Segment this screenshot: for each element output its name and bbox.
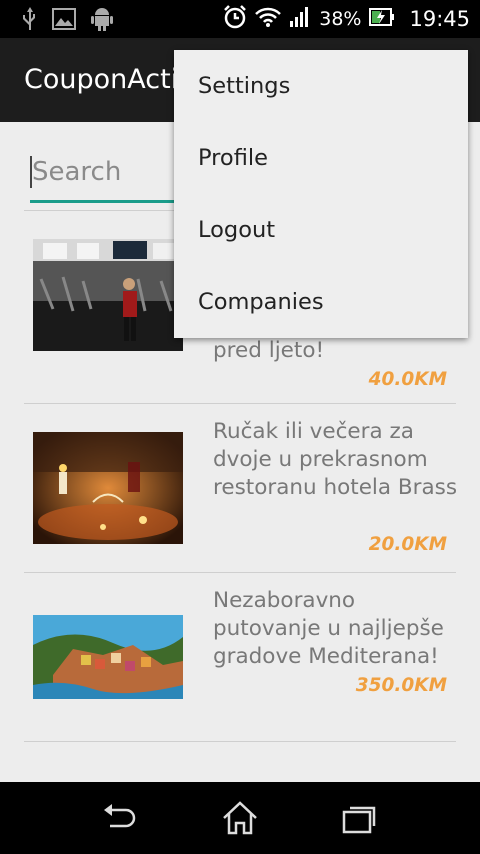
navigation-bar [0,782,480,854]
image-icon [52,8,76,34]
alarm-icon [223,4,247,34]
battery-charging-icon [369,7,395,32]
recents-icon[interactable] [340,800,380,836]
coupon-item-travel[interactable]: Nezaboravno putovanje u najljepše gradov… [0,573,480,741]
signal-icon [289,6,311,33]
coupon-image-dinner [33,432,183,544]
wifi-icon [255,6,282,33]
coupon-price: 350.0KM [355,675,447,696]
coupon-image-gym [33,239,183,351]
coupon-price: 40.0KM [368,369,447,390]
home-icon[interactable] [220,800,260,836]
coupon-price: 20.0KM [368,534,447,555]
usb-icon [22,6,38,36]
back-icon[interactable] [100,800,140,836]
menu-item-companies[interactable]: Companies [174,266,468,338]
menu-item-logout[interactable]: Logout [174,194,468,266]
status-bar: 38% 19:45 [0,0,480,38]
coupon-title: Nezaboravno putovanje u najljepše gradov… [213,588,444,669]
menu-item-settings[interactable]: Settings [174,50,468,122]
coupon-item-dinner[interactable]: Ručak ili večera za dvoje u prekrasnom r… [0,404,480,572]
battery-percent: 38% [319,8,362,30]
menu-item-profile[interactable]: Profile [174,122,468,194]
divider [24,741,456,742]
status-time: 19:45 [409,7,470,31]
overflow-menu: Settings Profile Logout Companies [174,50,468,338]
android-icon [90,6,114,36]
coupon-title: Ručak ili večera za dvoje u prekrasnom r… [213,419,458,500]
coupon-title: pred ljeto! [213,338,325,363]
coupon-image-coast [33,615,183,699]
